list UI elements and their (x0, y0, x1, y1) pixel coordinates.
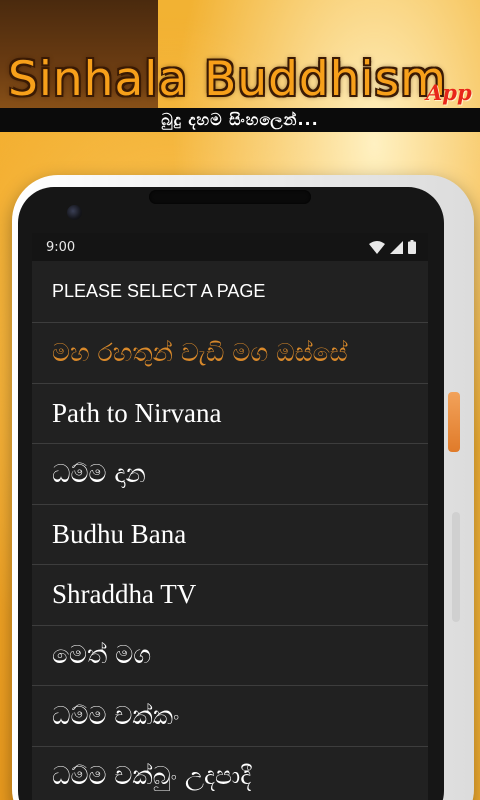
list-item-path-to-nirvana[interactable]: Path to Nirvana (32, 384, 428, 444)
list-item-budhu-bana[interactable]: Budhu Bana (32, 505, 428, 565)
list-item-maha-rahathun[interactable]: මහ රහතුන් වැඩි මග ඔස්සේ (32, 323, 428, 384)
banner-app-tag: App (426, 80, 472, 105)
list-item-label: මහ රහතුන් වැඩි මග ඔස්සේ (52, 337, 348, 367)
status-time: 9:00 (46, 239, 76, 255)
list-item-label: Shraddha TV (52, 579, 197, 610)
page-title: PLEASE SELECT A PAGE (32, 261, 428, 323)
list-item-label: මෙත් මග (52, 640, 152, 670)
page-list: මහ රහතුන් වැඩි මග ඔස්සේ Path to Nirvana … (32, 323, 428, 800)
list-item-dhamma-chakkan[interactable]: ධම්ම චක්කං (32, 686, 428, 747)
list-item-label: ධම්ම චක්කං (52, 700, 180, 730)
status-icons (369, 240, 416, 254)
list-item-label: ධම්ම චක්බුං උදපාදී (52, 761, 252, 791)
wifi-icon (369, 240, 385, 254)
page-title-text: PLEASE SELECT A PAGE (52, 281, 266, 301)
list-item-label: ධම්ම දාන (52, 458, 146, 488)
list-item-shraddha-tv[interactable]: Shraddha TV (32, 565, 428, 626)
list-item-label: Budhu Bana (52, 518, 187, 549)
banner-subtitle: බුදු දහම සිංහලෙන්... (0, 108, 480, 132)
app-screen: 9:00 PLEASE SELECT A PAGE මහ රහතුන් වැඩි… (32, 233, 428, 800)
phone-volume-button (452, 512, 460, 622)
phone-speaker (149, 190, 311, 204)
banner-title: Sinhala Buddhism (8, 52, 447, 107)
status-bar: 9:00 (32, 233, 428, 261)
battery-icon (408, 240, 416, 254)
list-item-dhamma-chakkhun[interactable]: ධම්ම චක්බුං උදපාදී (32, 747, 428, 800)
list-item-dhamma-dana[interactable]: ධම්ම දාන (32, 444, 428, 505)
list-item-label: Path to Nirvana (52, 397, 222, 428)
signal-icon (390, 240, 403, 254)
banner-subtitle-text: බුදු දහම සිංහලෙන්... (161, 110, 319, 129)
front-camera-icon (67, 205, 82, 220)
list-item-meth-maga[interactable]: මෙත් මග (32, 626, 428, 686)
phone-power-button (448, 392, 460, 452)
